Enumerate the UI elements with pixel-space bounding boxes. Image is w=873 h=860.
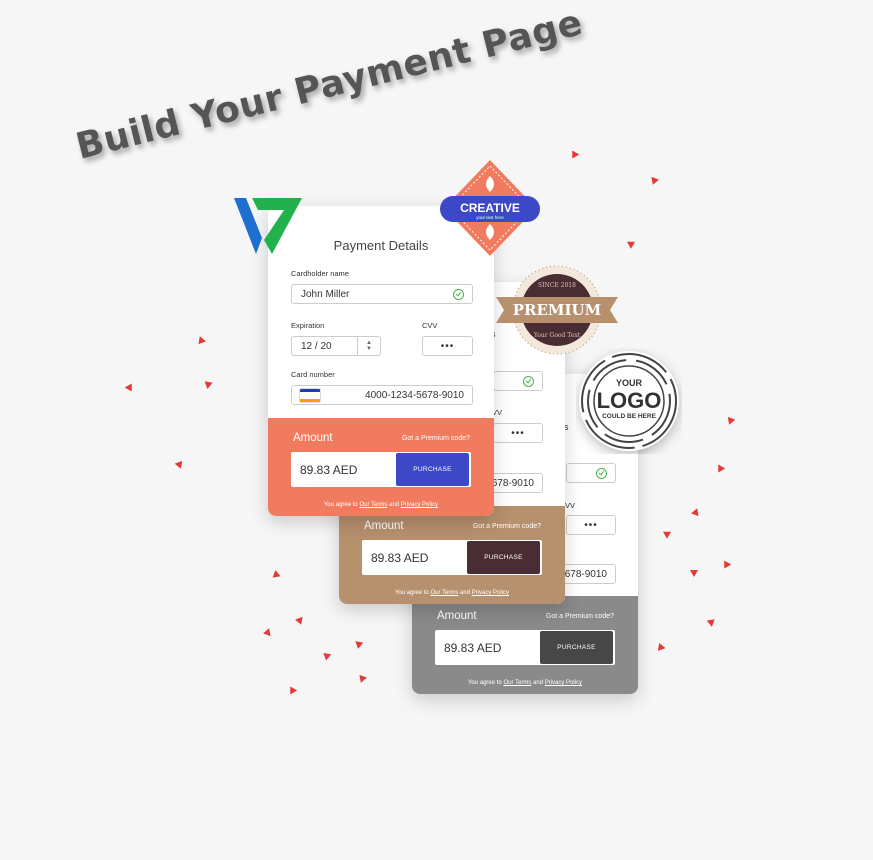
privacy-link[interactable]: Privacy Policy <box>545 680 582 686</box>
creative-title: CREATIVE <box>460 201 520 215</box>
amount-label: Amount <box>437 610 477 622</box>
amount-section: Amount Got a Premium code? 89.83 AED PUR… <box>412 596 638 694</box>
logo-line-3: COULD BE HERE <box>602 413 656 420</box>
expiration-select[interactable]: 12 / 20 ▲ ▼ <box>291 336 381 356</box>
payment-row: 89.83 AED PURCHASE <box>291 452 471 487</box>
cvv-label: CVV <box>422 321 438 330</box>
cvv-field[interactable]: ••• <box>566 515 616 535</box>
confetti-icon <box>714 464 726 475</box>
purchase-button[interactable]: PURCHASE <box>540 631 613 664</box>
cardholder-field-partial[interactable] <box>566 463 616 483</box>
cardholder-field-partial[interactable] <box>493 371 543 391</box>
page-headline: Build Your Payment Page <box>72 2 587 168</box>
terms-link[interactable]: Our Terms <box>503 680 531 686</box>
confetti-icon <box>657 642 667 653</box>
check-icon <box>523 376 534 387</box>
confetti-icon <box>271 569 281 578</box>
confetti-icon <box>649 176 659 187</box>
amount-value: 89.83 AED <box>371 551 429 565</box>
payment-row: 89.83 AED PURCHASE <box>362 540 542 575</box>
chevron-updown-icon: ▲ ▼ <box>357 337 380 355</box>
check-icon <box>453 289 464 300</box>
confetti-icon <box>196 334 206 345</box>
cvv-field[interactable]: ••• <box>493 423 543 443</box>
confetti-icon <box>174 458 186 469</box>
terms-text: You agree to Our Terms and Privacy Polic… <box>323 502 439 508</box>
amount-label: Amount <box>293 432 333 444</box>
confetti-icon <box>352 638 364 649</box>
premium-title: PREMIUM <box>513 301 601 319</box>
amount-section: Amount Got a Premium code? 89.83 AED PUR… <box>268 418 494 516</box>
purchase-button[interactable]: PURCHASE <box>396 453 469 486</box>
premium-top-text: SINCE 2018 <box>538 282 576 289</box>
confetti-icon <box>706 616 718 627</box>
confetti-icon <box>286 684 298 695</box>
confetti-icon <box>124 381 136 392</box>
amount-value: 89.83 AED <box>300 463 358 477</box>
cvv-label-partial: VV <box>565 501 576 510</box>
terms-text: You agree to Our Terms and Privacy Polic… <box>394 590 510 596</box>
logo-line-2: LOGO <box>597 388 662 413</box>
privacy-link[interactable]: Privacy Policy <box>401 502 438 508</box>
cvv-field[interactable]: ••• <box>422 336 473 356</box>
confetti-icon <box>720 558 732 569</box>
confetti-icon <box>263 626 273 637</box>
confetti-icon <box>203 381 213 390</box>
confetti-icon <box>691 506 701 517</box>
promo-code-link[interactable]: Got a Premium code? <box>473 523 541 530</box>
logo-placeholder-badge: YOUR LOGO COULD BE HERE <box>579 351 679 451</box>
terms-text: You agree to Our Terms and Privacy Polic… <box>467 680 583 686</box>
cardholder-field[interactable]: John Miller <box>291 284 473 304</box>
purchase-button[interactable]: PURCHASE <box>467 541 540 574</box>
confetti-icon <box>690 570 698 577</box>
confetti-icon <box>660 528 672 539</box>
creative-subtitle: your text here <box>476 215 504 220</box>
confetti-icon <box>626 238 638 249</box>
promo-code-link[interactable]: Got a Premium code? <box>546 613 614 620</box>
confetti-icon <box>724 414 736 425</box>
creative-badge: CREATIVE your text here <box>440 160 540 256</box>
payment-row: 89.83 AED PURCHASE <box>435 630 615 665</box>
visa-card-icon <box>299 387 321 403</box>
amount-value: 89.83 AED <box>444 641 502 655</box>
premium-bottom-text: Your Good Text <box>533 332 581 339</box>
check-icon <box>596 468 607 479</box>
amount-label: Amount <box>364 520 404 532</box>
expiration-label: Expiration <box>291 321 325 330</box>
brand-logo-icon <box>234 198 302 254</box>
privacy-link[interactable]: Privacy Policy <box>472 590 509 596</box>
terms-link[interactable]: Our Terms <box>359 502 387 508</box>
confetti-icon <box>568 148 580 159</box>
confetti-icon <box>323 650 333 661</box>
amount-section: Amount Got a Premium code? 89.83 AED PUR… <box>339 506 565 604</box>
card-number-field[interactable]: 4000-1234-5678-9010 <box>291 385 473 405</box>
premium-badge: PREMIUM SINCE 2018 Your Good Text <box>496 265 618 355</box>
promo-code-link[interactable]: Got a Premium code? <box>402 435 470 442</box>
confetti-icon <box>357 674 367 685</box>
logo-line-1: YOUR <box>616 378 643 388</box>
cardholder-label: Cardholder name <box>291 269 349 278</box>
terms-link[interactable]: Our Terms <box>430 590 458 596</box>
confetti-icon <box>295 616 305 627</box>
card-number-label: Card number <box>291 370 335 379</box>
